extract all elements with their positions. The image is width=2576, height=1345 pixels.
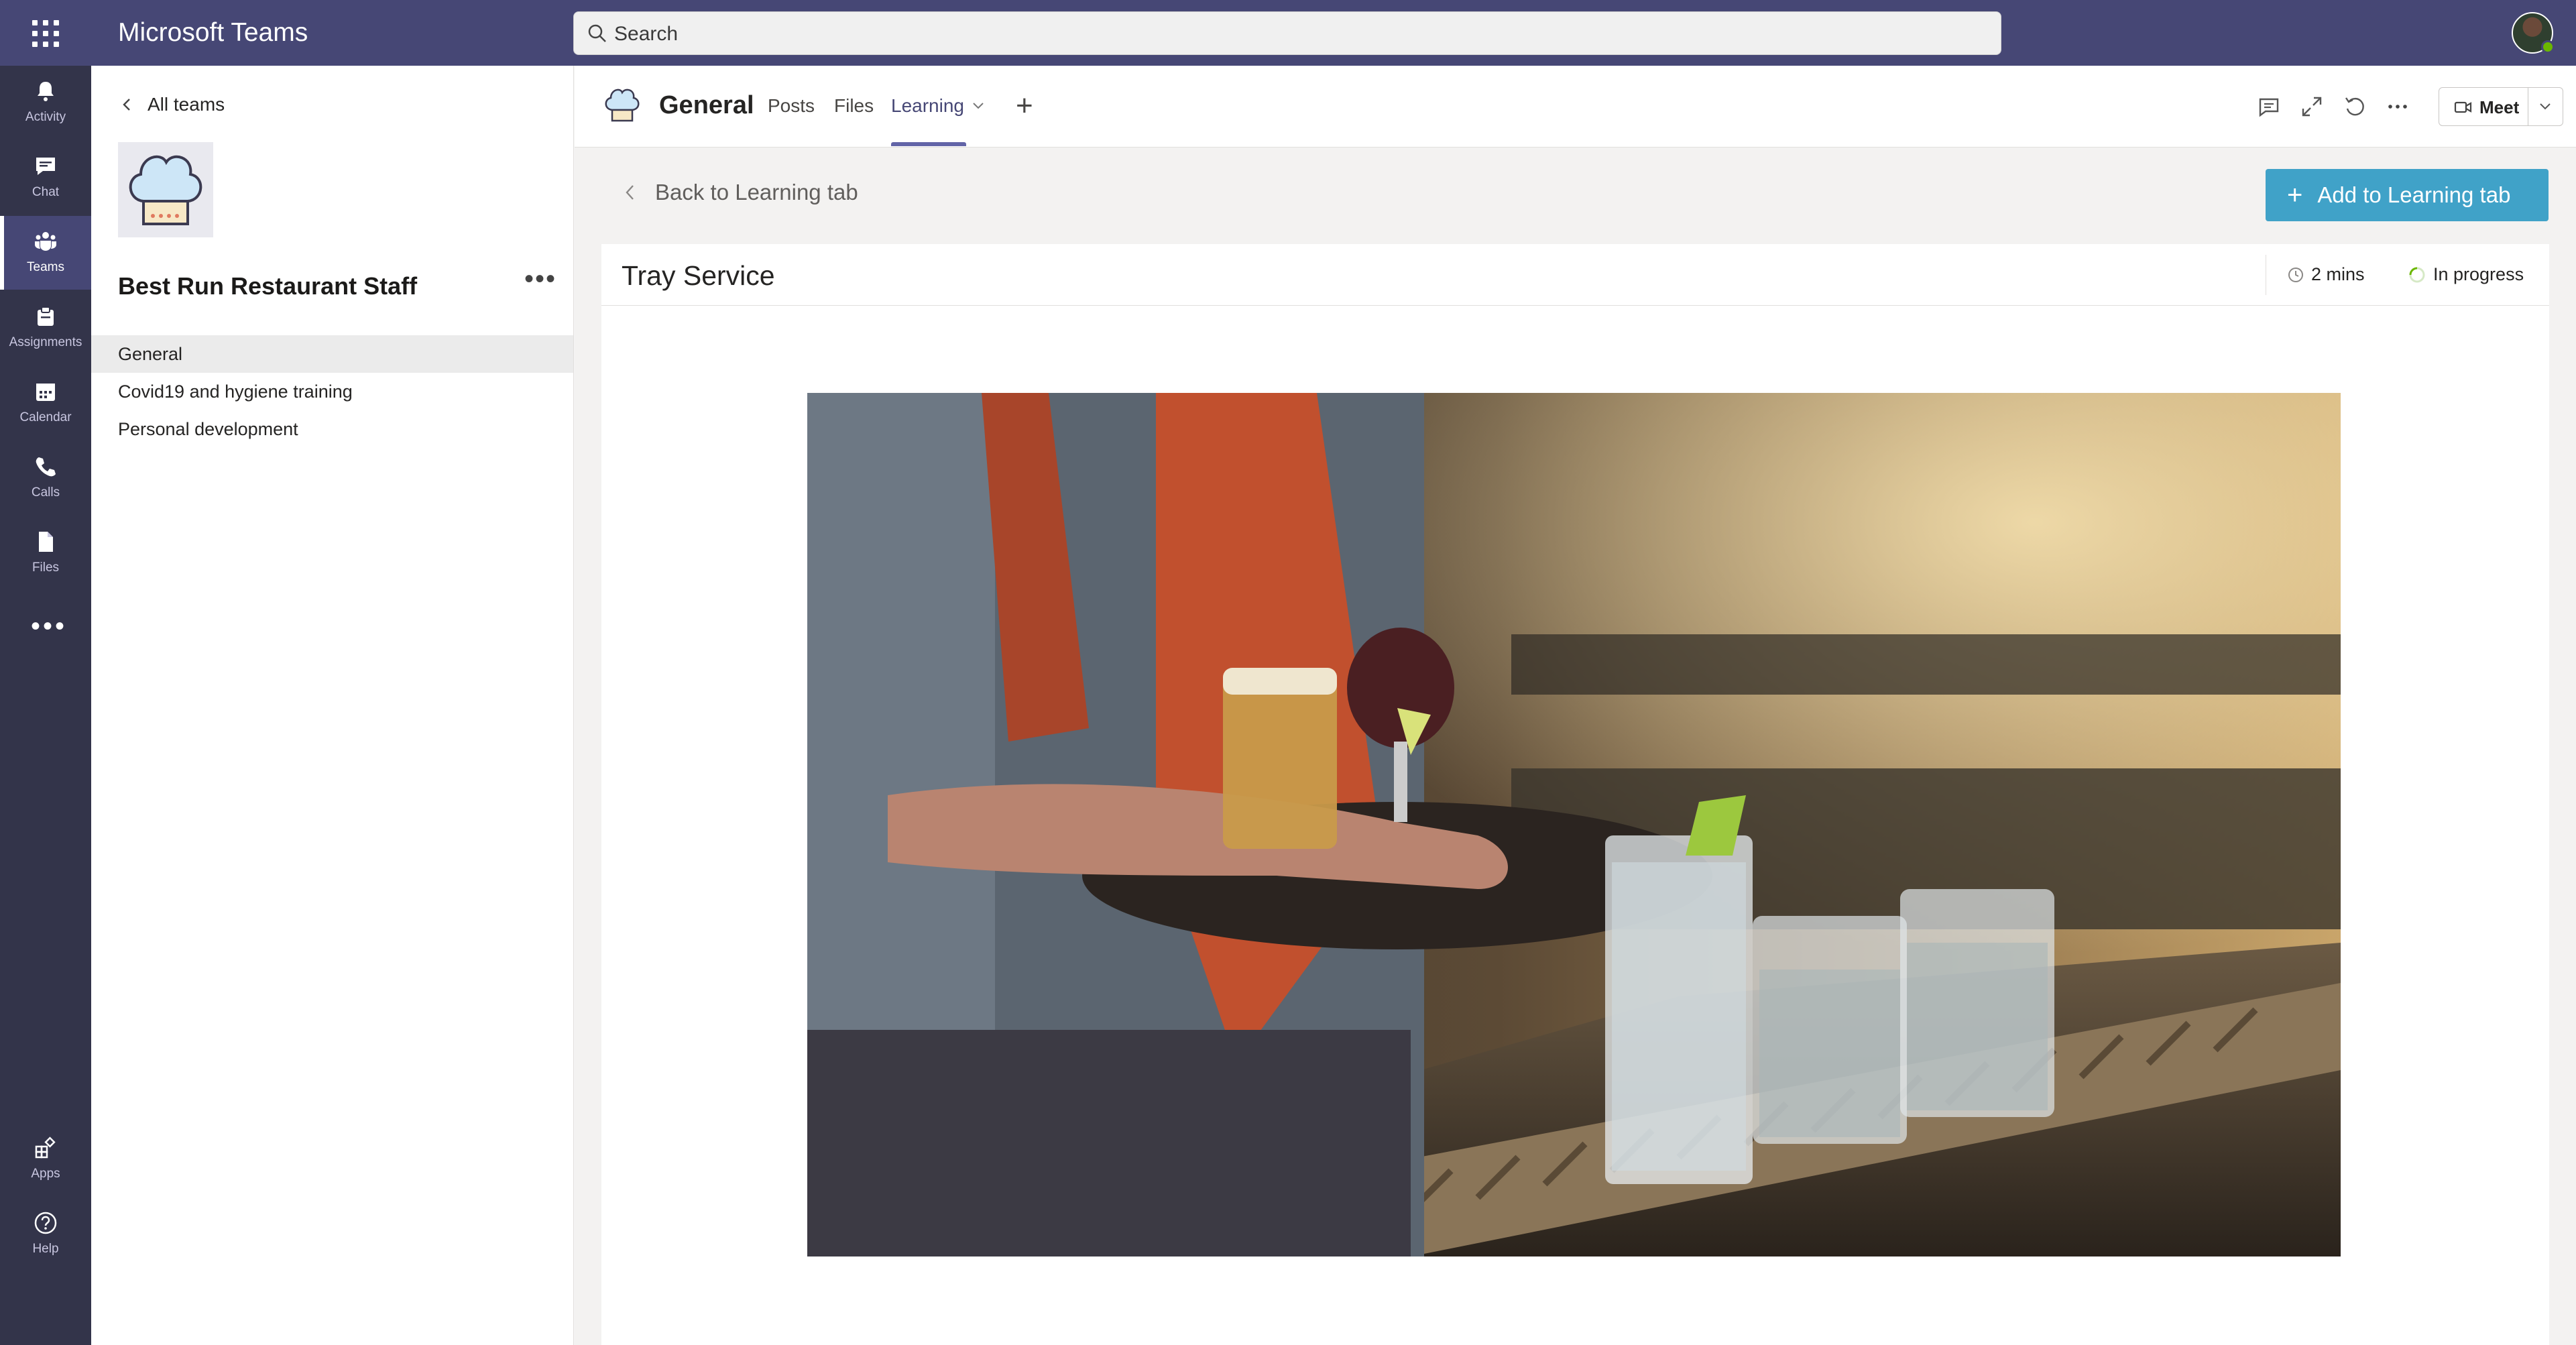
chevron-left-icon [123, 99, 130, 111]
help-icon [34, 1212, 57, 1234]
more-options-icon[interactable] [2385, 94, 2410, 119]
back-to-learning-tab-link[interactable]: Back to Learning tab [623, 180, 858, 205]
progress-spinner-icon [2409, 267, 2425, 282]
rail-item-activity[interactable]: Activity [0, 66, 91, 139]
team-panel: All teams Best Run Restaurant Staff ••• … [91, 66, 574, 1345]
chef-hat-icon [129, 155, 202, 225]
rail-item-teams[interactable]: Teams [0, 216, 91, 290]
rail-label: Calls [31, 485, 60, 500]
calendar-icon [36, 384, 55, 401]
rail-item-assignments[interactable]: Assignments [0, 291, 91, 365]
learning-card-body [601, 306, 2549, 1345]
presence-available-icon [2541, 40, 2555, 54]
team-name: Best Run Restaurant Staff [118, 272, 418, 300]
refresh-icon[interactable] [2342, 94, 2367, 119]
channel-header: General Posts Files Learning + Meet [575, 66, 2576, 148]
rail-item-calls[interactable]: Calls [0, 441, 91, 515]
video-camera-icon [2454, 101, 2472, 113]
more-apps-icon[interactable]: ••• [31, 613, 67, 640]
apps-icon [35, 1136, 56, 1159]
course-title: Tray Service [622, 260, 775, 291]
add-button-label: Add to Learning tab [2317, 182, 2511, 207]
chat-icon [36, 158, 55, 175]
conversation-icon[interactable] [2256, 94, 2282, 119]
expand-icon[interactable] [2299, 94, 2325, 119]
tab-learning[interactable]: Learning [891, 95, 964, 117]
rail-item-files[interactable]: Files [0, 516, 91, 590]
all-teams-link[interactable]: All teams [119, 91, 225, 118]
rail-item-help[interactable]: Help [0, 1197, 91, 1271]
more-options-icon[interactable]: ••• [524, 266, 557, 292]
duration-label: 2 mins [2311, 264, 2365, 284]
channel-item-covid19-hygiene-training[interactable]: Covid19 and hygiene training [91, 373, 573, 410]
rail-label: Calendar [19, 410, 72, 424]
rail-item-apps[interactable]: Apps [0, 1122, 91, 1196]
search-icon [588, 24, 606, 42]
teams-icon [35, 232, 56, 251]
search-placeholder: Search [614, 23, 679, 45]
course-video-thumbnail[interactable] [807, 393, 2341, 1256]
app-launcher-icon[interactable] [32, 20, 59, 47]
add-tab-button[interactable]: + [1016, 91, 1033, 121]
tab-files[interactable]: Files [834, 95, 874, 117]
assignments-icon [38, 306, 54, 326]
meet-button[interactable]: Meet [2439, 87, 2563, 126]
active-tab-indicator [891, 142, 966, 146]
bar-photo-illustration [807, 393, 2341, 1256]
add-to-learning-tab-button[interactable]: + Add to Learning tab [2266, 169, 2549, 221]
rail-label: Help [32, 1242, 59, 1256]
clock-icon [2288, 267, 2303, 282]
learning-card-header: Tray Service 2 mins In progress [601, 244, 2549, 306]
app-rail: Activity Chat Teams Assignments Calendar… [0, 66, 91, 1345]
rail-label: Files [32, 561, 60, 575]
top-bar: Microsoft Teams Search [0, 0, 2576, 66]
course-status: In progress [2408, 264, 2524, 285]
course-duration: 2 mins [2287, 264, 2365, 285]
main-content: General Posts Files Learning + Meet Back… [575, 66, 2576, 1345]
rail-label: Chat [32, 185, 60, 199]
status-label: In progress [2433, 264, 2524, 284]
phone-icon [36, 457, 56, 477]
app-title: Microsoft Teams [118, 18, 308, 47]
chef-hat-icon [605, 89, 640, 122]
channel-title: General [659, 91, 754, 119]
meet-label: Meet [2479, 97, 2520, 117]
tab-posts[interactable]: Posts [768, 95, 815, 117]
team-logo [118, 142, 213, 237]
rail-label: Apps [31, 1167, 60, 1181]
bell-icon [38, 82, 54, 101]
all-teams-label: All teams [148, 94, 225, 115]
channel-item-general[interactable]: General [91, 335, 573, 373]
back-link-label: Back to Learning tab [655, 180, 858, 204]
search-input[interactable]: Search [573, 11, 2001, 55]
chevron-down-icon[interactable] [972, 101, 985, 111]
chevron-down-icon[interactable] [2538, 101, 2552, 112]
rail-label: Activity [25, 110, 66, 124]
plus-icon: + [2287, 180, 2303, 210]
file-icon [39, 532, 53, 552]
rail-item-calendar[interactable]: Calendar [0, 366, 91, 440]
rail-item-chat[interactable]: Chat [0, 141, 91, 215]
channel-item-personal-development[interactable]: Personal development [91, 410, 573, 448]
rail-label: Teams [27, 260, 64, 274]
rail-label: Assignments [9, 335, 82, 349]
chevron-left-icon [626, 185, 634, 200]
